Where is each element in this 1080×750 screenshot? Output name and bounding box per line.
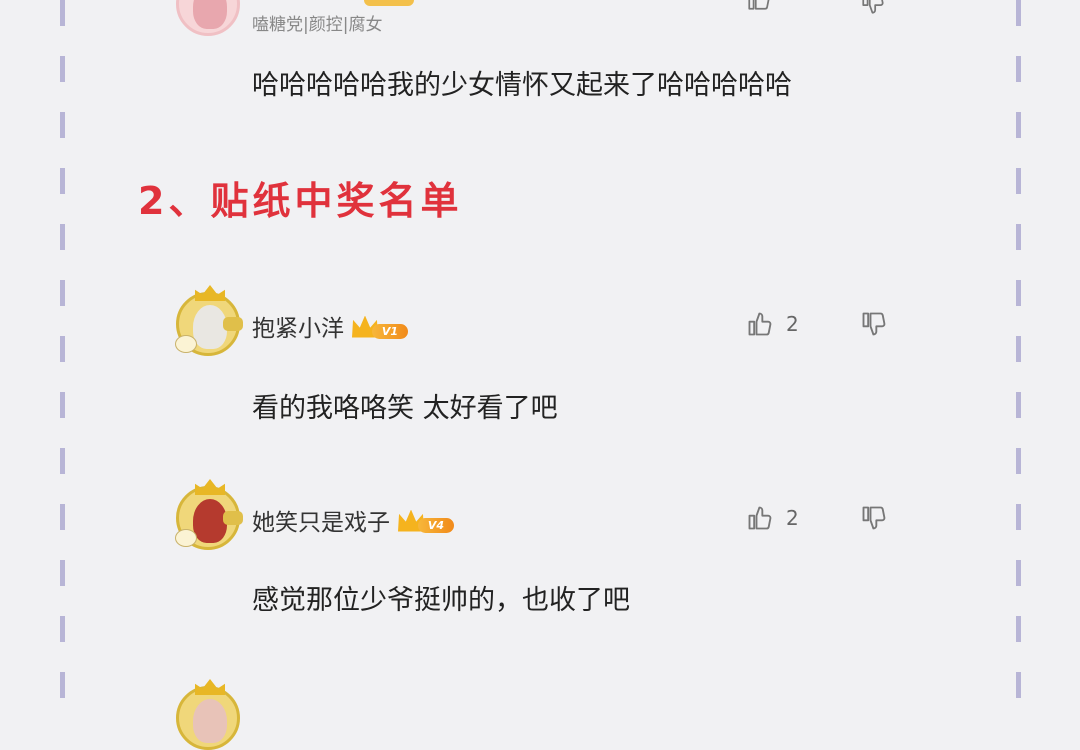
avatar-crown-frame <box>195 479 225 495</box>
like-button[interactable]: 2 <box>746 310 799 338</box>
thumbs-up-icon <box>748 312 772 336</box>
username-text: 她笑只是戏子 <box>252 510 390 536</box>
thumbs-down-icon <box>862 506 886 530</box>
vip-level-badge: V1 <box>352 315 410 342</box>
username-text: 抱紧小洋 <box>252 316 344 342</box>
avatar[interactable] <box>176 0 240 36</box>
vip-level: V1 <box>372 323 408 339</box>
thumbs-down-icon <box>862 0 884 14</box>
avatar-frame-tag <box>223 317 243 331</box>
vip-badge-fragment <box>364 0 414 6</box>
thumbs-up-icon <box>748 0 770 10</box>
thumbs-down-icon <box>862 312 886 336</box>
avatar-frame-decoration <box>175 529 197 547</box>
avatar-crown-frame <box>195 679 225 695</box>
user-tags: 嗑糖党|颜控|腐女 <box>252 15 383 35</box>
username[interactable]: 抱紧小洋 V1 <box>252 309 410 343</box>
section-title: 2、贴纸中奖名单 <box>138 179 463 223</box>
avatar-face <box>193 699 227 743</box>
like-button[interactable] <box>746 0 772 12</box>
avatar-face <box>193 305 227 349</box>
like-count: 2 <box>786 506 799 530</box>
avatar[interactable] <box>175 479 243 550</box>
avatar[interactable] <box>175 285 243 356</box>
dislike-button[interactable] <box>860 504 888 536</box>
avatar-face <box>193 499 227 543</box>
comment-text: 哈哈哈哈哈我的少女情怀又起来了哈哈哈哈哈 <box>252 70 792 101</box>
like-button[interactable]: 2 <box>746 504 799 532</box>
right-dashed-border <box>1016 0 1021 708</box>
comment-text: 感觉那位少爷挺帅的，也收了吧 <box>252 585 630 616</box>
like-count: 2 <box>786 312 799 336</box>
vip-level: V4 <box>418 517 454 533</box>
avatar-crown-frame <box>195 285 225 301</box>
dislike-button[interactable] <box>860 0 886 20</box>
vip-level-badge: V4 <box>398 509 456 536</box>
avatar[interactable] <box>176 679 240 750</box>
avatar-frame-tag <box>223 511 243 525</box>
avatar-face <box>193 0 227 29</box>
avatar-frame-decoration <box>175 335 197 353</box>
thumbs-up-icon <box>748 506 772 530</box>
left-dashed-border <box>60 0 65 708</box>
dislike-button[interactable] <box>860 310 888 342</box>
comment-text: 看的我咯咯笑 太好看了吧 <box>252 393 558 424</box>
username[interactable]: 她笑只是戏子 V4 <box>252 503 456 537</box>
